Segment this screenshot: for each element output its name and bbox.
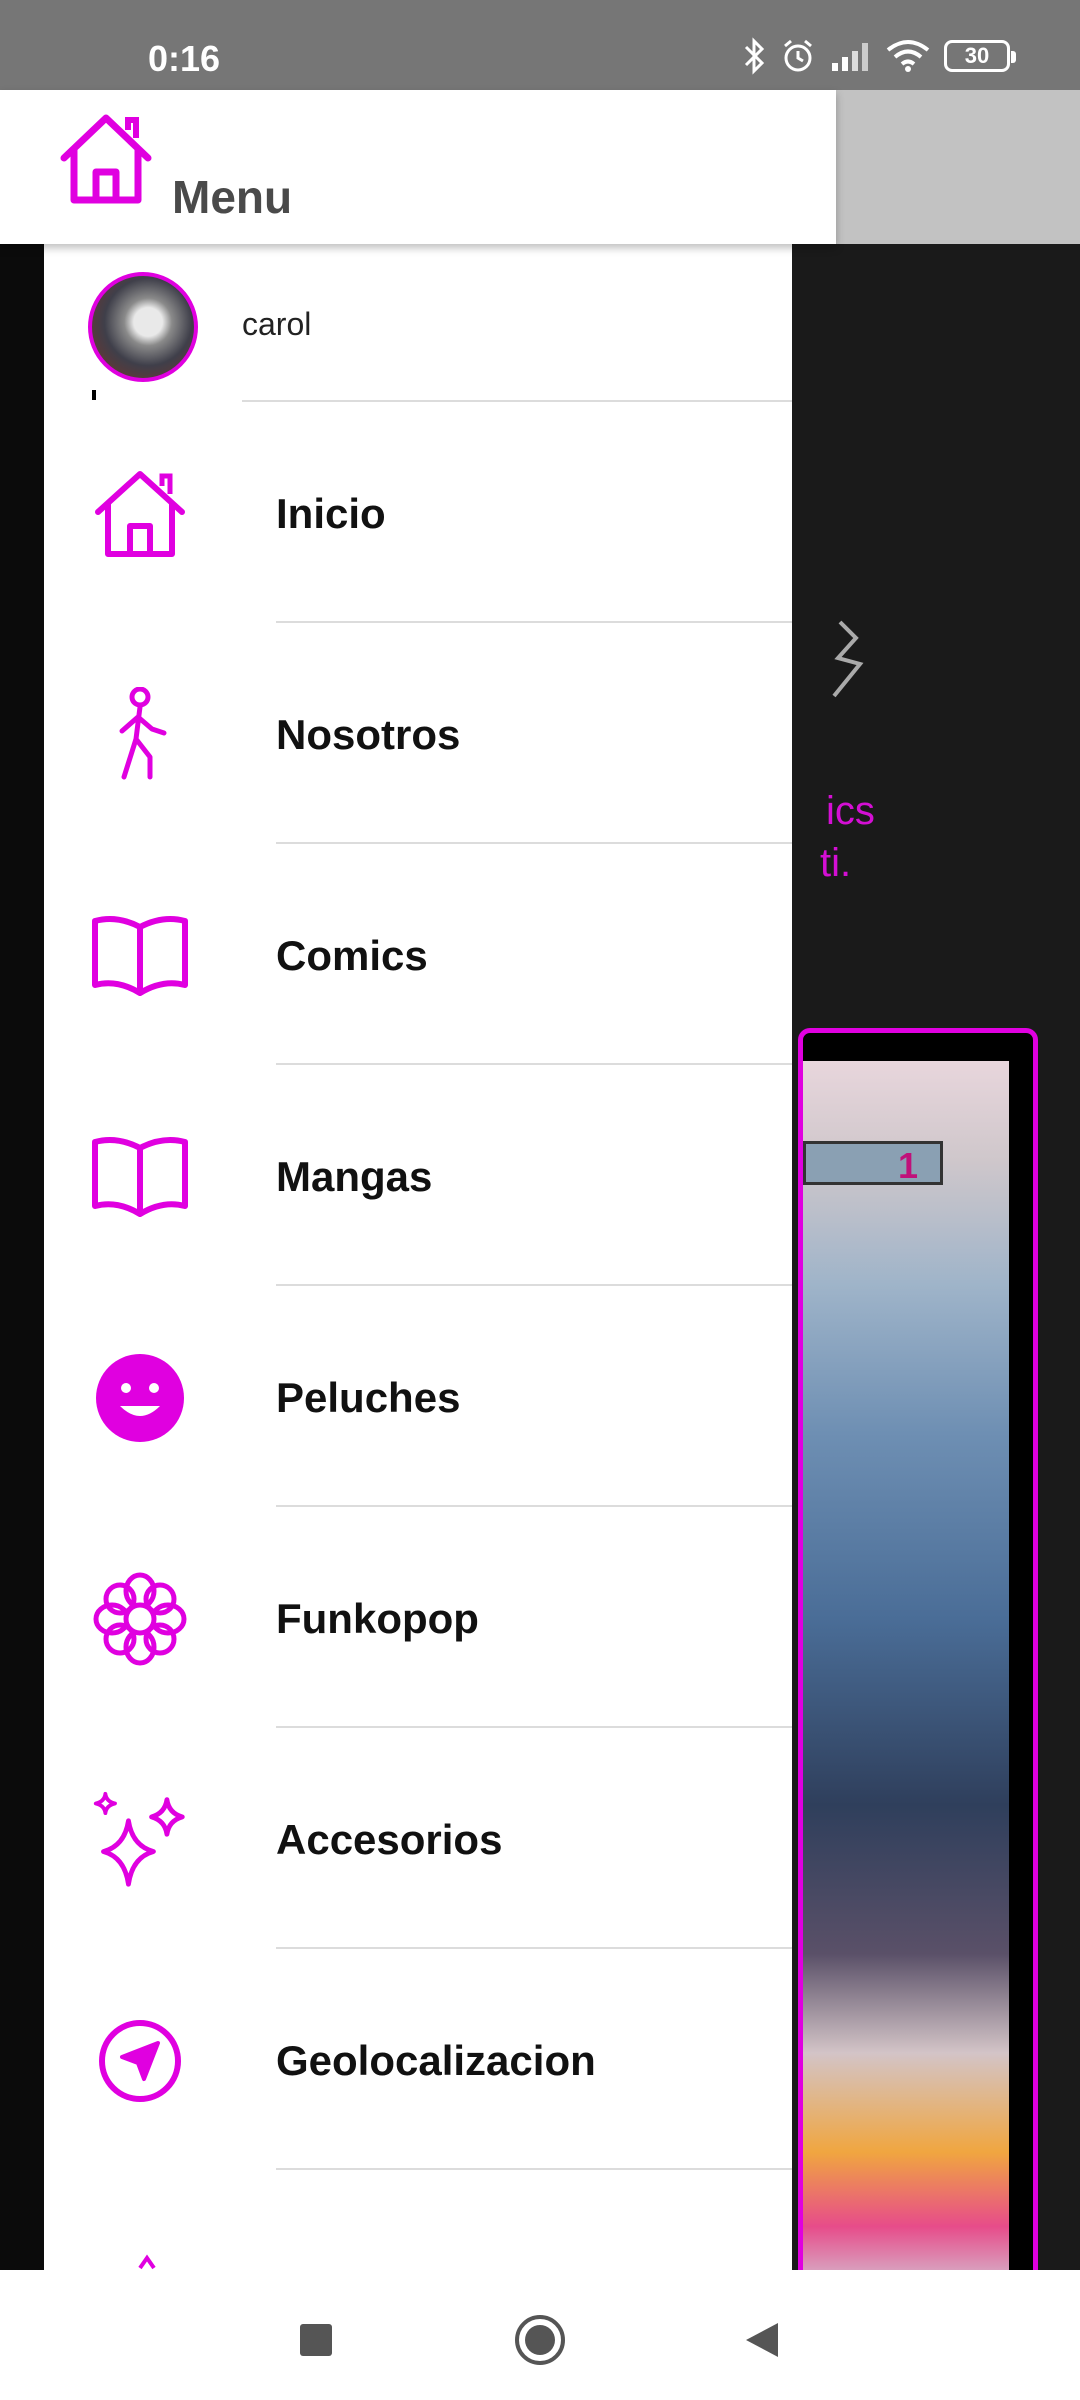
scrim-left (0, 244, 44, 2270)
home-icon (60, 114, 152, 204)
drawer-header: Menu (0, 90, 836, 244)
menu-item-label: Mangas (276, 1153, 433, 1200)
sparkles-icon (90, 1790, 190, 1890)
menu-item-label: Inicio (276, 490, 386, 537)
manga-cover-image: 1 (803, 1061, 1009, 2283)
smiley-face-icon (90, 1348, 190, 1448)
menu-item-label: Comics (276, 932, 428, 979)
menu-item-label: Accesorios (276, 1816, 503, 1863)
background-product-card[interactable]: 1 (798, 1028, 1038, 2288)
menu-list: Inicio Nosotros Comics Mangas Peluches F… (44, 402, 792, 2170)
square-icon (300, 2324, 332, 2356)
menu-item-funkopop[interactable]: Funkopop (44, 1507, 792, 1728)
menu-item-geolocalizacion[interactable]: Geolocalizacion (44, 1949, 792, 2170)
recents-button[interactable] (286, 2310, 346, 2370)
menu-item-accesorios[interactable]: Accesorios (44, 1728, 792, 1949)
home-button[interactable] (510, 2310, 570, 2370)
menu-item-label: Funkopop (276, 1595, 479, 1642)
menu-item-comics[interactable]: Comics (44, 844, 792, 1065)
lightning-icon (832, 620, 864, 698)
system-navigation-bar (0, 2270, 1080, 2400)
menu-item-inicio[interactable]: Inicio (44, 402, 792, 623)
triangle-back-icon (746, 2323, 778, 2357)
walking-person-icon (90, 685, 190, 785)
cover-number: 1 (898, 1145, 919, 1186)
wifi-icon (886, 40, 930, 72)
status-time: 0:16 (148, 38, 221, 79)
profile-marker (92, 390, 96, 400)
battery-icon: 30 (944, 40, 1016, 72)
menu-item-label: Nosotros (276, 711, 461, 758)
profile-name: carol (242, 306, 312, 342)
user-profile[interactable]: carol (44, 244, 792, 402)
tagline-line-1: ics (826, 789, 875, 833)
signal-icon (832, 43, 868, 71)
home-icon (90, 464, 190, 564)
navigation-drawer: carol Inicio Nosotros Comics Mangas Pelu… (44, 244, 792, 2270)
menu-item-peluches[interactable]: Peluches (44, 1286, 792, 1507)
drawer-title: Menu (172, 171, 293, 223)
background-tagline: ics ti. (790, 785, 875, 889)
status-bar: 0:16 30 (0, 0, 1080, 90)
book-icon (90, 906, 190, 1006)
flower-icon (90, 1569, 190, 1669)
divider (276, 2168, 792, 2170)
back-button[interactable] (732, 2310, 792, 2370)
menu-item-mangas[interactable]: Mangas (44, 1065, 792, 1286)
bluetooth-icon (744, 37, 765, 75)
status-icons: 30 (742, 36, 1016, 76)
alarm-icon (784, 39, 812, 72)
partial-next-item-icon (138, 2254, 156, 2270)
navigation-arrow-icon (90, 2011, 190, 2111)
tagline-line-2: ti. (820, 841, 852, 885)
circle-icon (515, 2315, 565, 2365)
book-icon (90, 1127, 190, 1227)
menu-item-label: Peluches (276, 1374, 461, 1421)
cover-banner (803, 1141, 943, 1185)
menu-item-nosotros[interactable]: Nosotros (44, 623, 792, 844)
avatar[interactable] (88, 272, 198, 382)
menu-item-label: Geolocalizacion (276, 2037, 596, 2084)
